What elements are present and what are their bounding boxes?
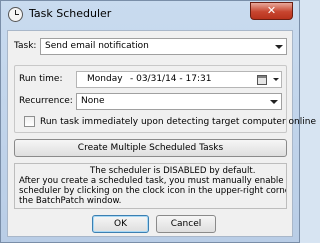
chevron-down-icon[interactable] [273,78,279,81]
task-select[interactable]: Send email notification [40,38,287,55]
dialog-body: Task: Send email notification Run time: … [7,30,316,237]
scheduler-info-box: The scheduler is DISABLED by default. Af… [14,163,287,209]
task-label: Task: [14,41,37,51]
run-time-picker[interactable]: Monday - 03/31/14 - 17:31 [76,71,282,88]
recurrence-select-value: None [81,96,105,106]
run-immediately-label[interactable]: Run task immediately upon detecting targ… [40,117,316,127]
task-scheduler-dialog: Task Scheduler ✕ Task: Send email notifi… [0,0,316,243]
info-line: the BatchPatch window. [19,196,122,206]
close-button[interactable]: ✕ [250,2,293,20]
run-immediately-checkbox[interactable] [24,116,35,127]
clock-icon [8,7,23,22]
calendar-icon[interactable] [257,75,267,85]
recurrence-label: Recurrence: [19,96,73,106]
info-line: The scheduler is DISABLED by default. [90,166,256,176]
cancel-button[interactable]: Cancel [156,215,216,233]
window-title: Task Scheduler [29,7,112,20]
info-line: After you create a scheduled task, you m… [19,176,287,186]
schedule-group: Run time: Monday - 03/31/14 - 17:31 Recu… [14,65,316,133]
chevron-down-icon [275,45,283,49]
recurrence-select[interactable]: None [76,93,282,110]
chevron-down-icon [270,100,278,104]
run-time-value: - 03/31/14 - 17:31 [130,74,212,84]
run-time-label: Run time: [19,74,63,84]
ok-button[interactable]: OK [92,215,149,233]
task-select-value: Send email notification [45,41,149,51]
run-time-day: Monday [87,74,123,84]
title-bar[interactable]: Task Scheduler ✕ [1,1,299,29]
create-multiple-tasks-button[interactable]: Create Multiple Scheduled Tasks [14,139,287,157]
info-line: scheduler by clicking on the clock icon … [19,186,287,196]
